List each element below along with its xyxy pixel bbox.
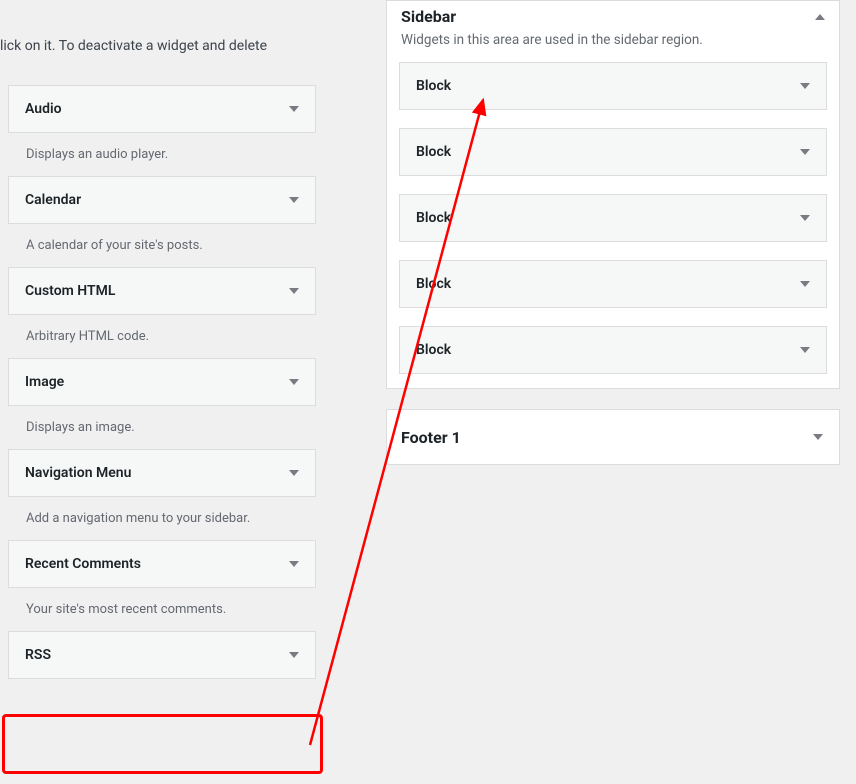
- sidebar-widget-block[interactable]: Block: [399, 128, 827, 176]
- sidebar-widget-block[interactable]: Block: [399, 326, 827, 374]
- widget-custom-html[interactable]: Custom HTML: [8, 267, 316, 315]
- widget-rss[interactable]: RSS: [8, 631, 316, 679]
- chevron-down-icon: [800, 215, 810, 221]
- widget-audio[interactable]: Audio: [8, 85, 316, 133]
- chevron-down-icon: [800, 281, 810, 287]
- widget-title: Recent Comments: [25, 556, 141, 572]
- widget-desc: Your site's most recent comments.: [8, 588, 316, 631]
- chevron-down-icon: [289, 561, 299, 567]
- sidebar-area-panel: Sidebar Widgets in this area are used in…: [386, 0, 840, 389]
- widget-calendar[interactable]: Calendar: [8, 176, 316, 224]
- sidebar-widget-block[interactable]: Block: [399, 62, 827, 110]
- widget-title: Custom HTML: [25, 283, 115, 299]
- chevron-down-icon: [800, 83, 810, 89]
- chevron-up-icon: [815, 14, 825, 20]
- sidebar-widget-block[interactable]: Block: [399, 194, 827, 242]
- chevron-down-icon: [289, 652, 299, 658]
- chevron-down-icon: [289, 197, 299, 203]
- footer-area-header[interactable]: Footer 1: [386, 409, 840, 465]
- intro-text: lick on it. To deactivate a widget and d…: [0, 0, 338, 57]
- chevron-down-icon: [813, 434, 823, 440]
- widget-desc: A calendar of your site's posts.: [8, 224, 316, 267]
- chevron-down-icon: [289, 106, 299, 112]
- area-desc: Widgets in this area are used in the sid…: [399, 30, 827, 62]
- area-title: Sidebar: [401, 7, 456, 26]
- chevron-down-icon: [800, 347, 810, 353]
- widget-desc: Arbitrary HTML code.: [8, 315, 316, 358]
- widget-navigation-menu[interactable]: Navigation Menu: [8, 449, 316, 497]
- widget-desc: Add a navigation menu to your sidebar.: [8, 497, 316, 540]
- widget-title: RSS: [25, 647, 51, 663]
- chevron-down-icon: [289, 379, 299, 385]
- widget-desc: Displays an audio player.: [8, 133, 316, 176]
- sidebar-widget-block[interactable]: Block: [399, 260, 827, 308]
- widget-title: Block: [416, 78, 451, 94]
- widget-desc: Displays an image.: [8, 406, 316, 449]
- chevron-down-icon: [289, 470, 299, 476]
- widget-title: Block: [416, 342, 451, 358]
- widget-title: Block: [416, 144, 451, 160]
- widget-title: Navigation Menu: [25, 465, 131, 481]
- widget-title: Block: [416, 276, 451, 292]
- widget-title: Calendar: [25, 192, 81, 208]
- widget-image[interactable]: Image: [8, 358, 316, 406]
- widget-title: Image: [25, 374, 64, 390]
- widget-title: Block: [416, 210, 451, 226]
- sidebar-area-header[interactable]: Sidebar: [399, 1, 827, 30]
- chevron-down-icon: [800, 149, 810, 155]
- chevron-down-icon: [289, 288, 299, 294]
- area-title: Footer 1: [401, 428, 461, 447]
- widget-recent-comments[interactable]: Recent Comments: [8, 540, 316, 588]
- widget-title: Audio: [25, 101, 62, 117]
